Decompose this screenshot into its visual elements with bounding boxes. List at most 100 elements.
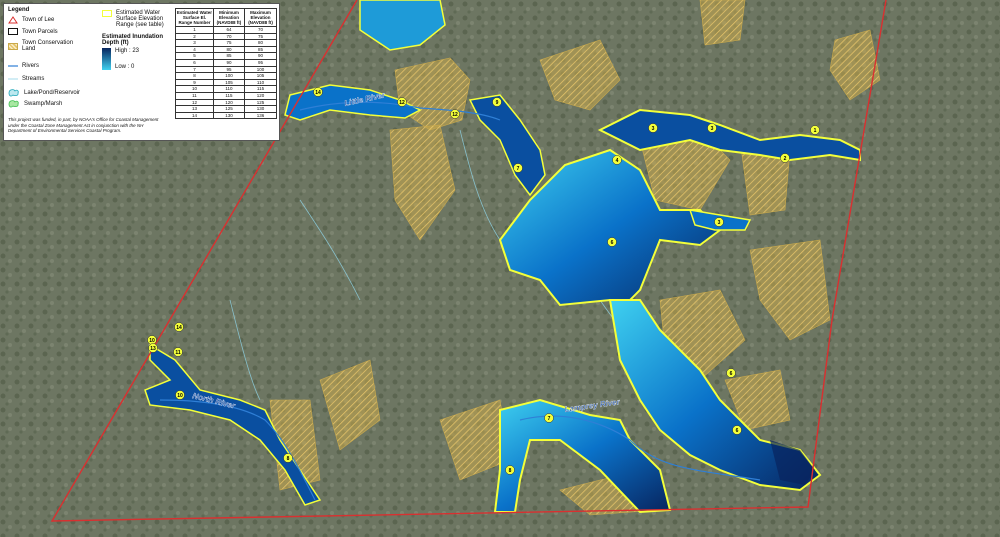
legend-item: Town of Lee <box>8 16 54 24</box>
wse-label: Estimated Water Surface Elevation Range … <box>116 10 164 28</box>
swamp-icon <box>8 100 19 108</box>
range-marker: 3 <box>711 126 714 132</box>
legend-item: Rivers <box>8 62 39 70</box>
table-cell: 130 <box>244 105 277 113</box>
range-marker: 6 <box>730 371 733 377</box>
table-cell: 75 <box>212 39 246 47</box>
range-marker: 13 <box>150 346 156 352</box>
range-marker: 7 <box>548 416 551 422</box>
depth-title: Estimated Inundation Depth (ft) <box>102 34 164 46</box>
table-row: 12 120 125 <box>175 98 277 107</box>
table-cell: 136 <box>244 111 277 120</box>
legend-title: Legend <box>8 7 30 13</box>
table-row: 9 105 110 <box>175 78 277 87</box>
table-cell: 95 <box>244 58 277 67</box>
table-cell: 125 <box>244 98 277 107</box>
elevation-range-table: Estimated Water Surface El. Range Number… <box>175 8 277 120</box>
legend-item: Lake/Pond/Reservoir <box>8 88 80 97</box>
range-marker: 12 <box>399 100 405 106</box>
table-header: Minimum Elevation (NAVD88 ft) <box>212 8 246 27</box>
table-cell: 70 <box>244 26 277 34</box>
table-cell: 90 <box>212 58 246 67</box>
range-marker: 6 <box>736 428 739 434</box>
table-cell: 4 <box>175 45 214 54</box>
table-cell: 75 <box>244 32 277 41</box>
table-cell: 2 <box>175 32 214 41</box>
table-cell: 115 <box>212 91 246 100</box>
table-header: Estimated Water Surface El. Range Number <box>175 8 214 27</box>
parcel-icon <box>8 28 18 35</box>
table-cell: 14 <box>175 111 214 120</box>
range-marker: 7 <box>517 166 520 172</box>
table-cell: 125 <box>212 105 246 113</box>
range-marker: 1 <box>814 128 817 134</box>
table-cell: 10 <box>175 85 214 93</box>
table-cell: 80 <box>212 45 246 54</box>
table-row: 6 90 95 <box>175 58 277 67</box>
range-marker: 14 <box>176 325 182 331</box>
table-cell: 80 <box>244 39 277 47</box>
table-row: 13 125 130 <box>175 105 277 113</box>
table-cell: 11 <box>175 91 214 100</box>
stream-line-icon <box>8 78 18 80</box>
table-cell: 120 <box>212 98 246 107</box>
table-cell: 105 <box>244 72 277 80</box>
depth-high: High : 23 <box>115 48 140 54</box>
range-marker: 10 <box>177 393 183 399</box>
depth-low: Low : 0 <box>115 64 135 70</box>
table-row: 4 80 85 <box>175 45 277 54</box>
table-cell: 5 <box>175 52 214 60</box>
wse-outline-icon <box>102 10 112 17</box>
funding-note: This project was funded, in part, by NOA… <box>8 117 159 134</box>
table-row: 14 130 136 <box>175 111 277 120</box>
table-cell: 8 <box>175 72 214 80</box>
table-cell: 70 <box>212 32 246 41</box>
legend-item: Swamp/Marsh <box>8 99 62 108</box>
table-cell: 100 <box>212 72 246 80</box>
table-cell: 7 <box>175 65 214 74</box>
depth-gradient <box>102 48 111 70</box>
table-cell: 12 <box>175 98 214 107</box>
range-marker: 2 <box>784 156 787 162</box>
legend-panel: Legend Town of Lee Town Parcels Town Con… <box>3 3 280 141</box>
table-row: 8 100 105 <box>175 72 277 80</box>
legend-item: Town Parcels <box>8 28 58 35</box>
table-cell: 6 <box>175 58 214 67</box>
range-marker: 10 <box>149 338 155 344</box>
table-cell: 90 <box>244 52 277 60</box>
table-cell: 85 <box>212 52 246 60</box>
table-cell: 64 <box>212 26 246 34</box>
range-marker: 8 <box>509 468 512 474</box>
legend-item: Town Conservation Land <box>8 40 88 52</box>
range-marker: 3 <box>652 126 655 132</box>
table-cell: 115 <box>244 85 277 93</box>
table-cell: 110 <box>212 85 246 93</box>
legend-item: Streams <box>8 75 44 83</box>
range-marker: 9 <box>496 100 499 106</box>
table-row: 1 64 70 <box>175 26 277 34</box>
legend-depth-section: Estimated Water Surface Elevation Range … <box>102 10 172 70</box>
range-marker: 11 <box>175 350 181 356</box>
table-cell: 9 <box>175 78 214 87</box>
range-marker: 12 <box>452 112 458 118</box>
table-row: 10 110 115 <box>175 85 277 93</box>
table-row: 11 115 120 <box>175 91 277 100</box>
table-header: Maximum Elevation (NAVD88 ft) <box>244 8 277 27</box>
table-row: 3 75 80 <box>175 39 277 47</box>
range-marker: 14 <box>315 90 321 96</box>
range-marker: 6 <box>611 240 614 246</box>
table-cell: 120 <box>244 91 277 100</box>
table-cell: 110 <box>244 78 277 87</box>
range-marker: 8 <box>287 456 290 462</box>
table-row: 5 85 90 <box>175 52 277 60</box>
table-cell: 1 <box>175 26 214 34</box>
range-marker: 4 <box>616 158 619 164</box>
range-marker: 3 <box>718 220 721 226</box>
river-line-icon <box>8 65 18 67</box>
table-row: 2 70 75 <box>175 32 277 41</box>
table-row: 7 95 100 <box>175 65 277 74</box>
table-cell: 100 <box>244 65 277 74</box>
table-cell: 95 <box>212 65 246 74</box>
table-cell: 130 <box>212 111 246 120</box>
table-cell: 105 <box>212 78 246 87</box>
